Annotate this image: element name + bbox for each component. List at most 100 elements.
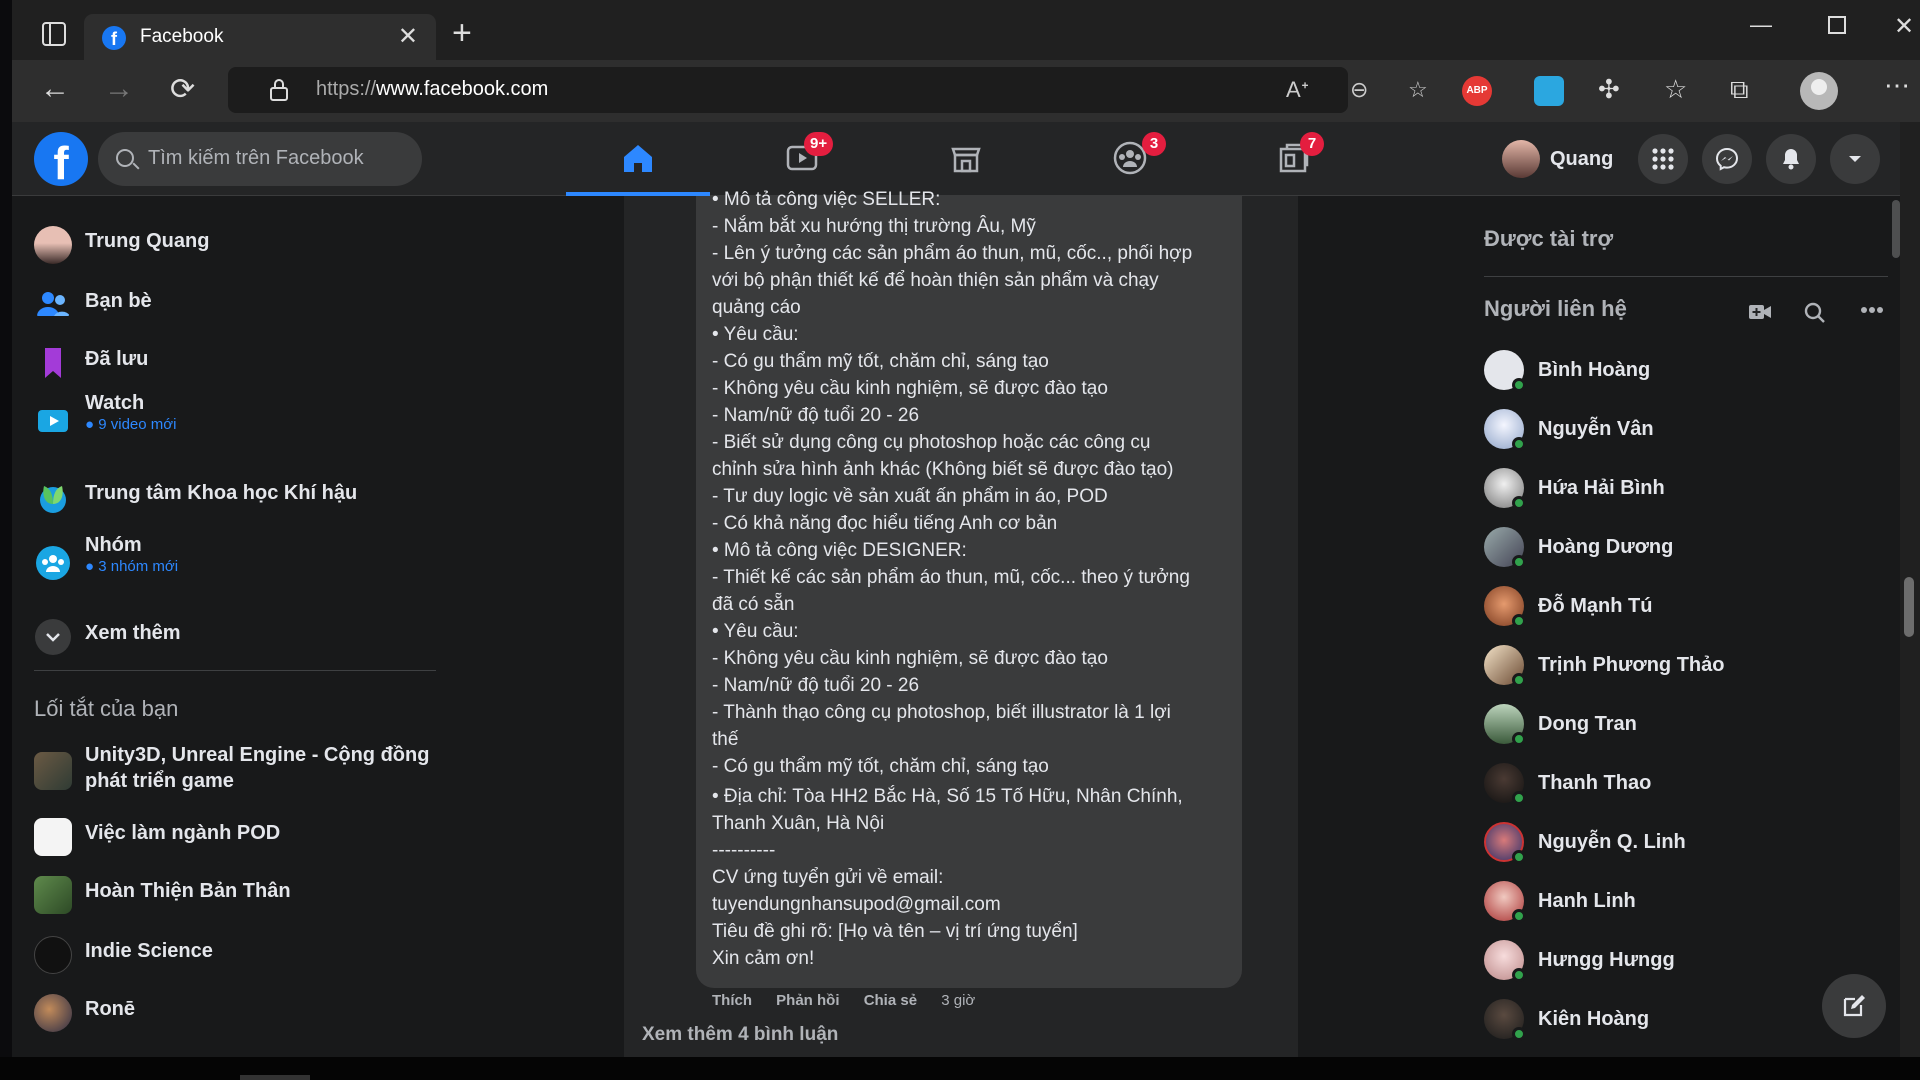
group-thumbnail <box>34 818 72 856</box>
contact-name: Kiên Hoàng <box>1538 1008 1650 1030</box>
contact-item[interactable]: Thanh Thao <box>1484 755 1884 811</box>
friends-icon <box>37 292 70 316</box>
browser-tab-bar: f Facebook ✕ + — ✕ <box>12 0 1920 60</box>
tab-watch[interactable]: 9+ <box>730 122 874 196</box>
shortcut-indie-science[interactable]: Indie Science <box>12 926 452 980</box>
contact-item[interactable]: Nguyễn Q. Linh <box>1484 814 1884 870</box>
extensions-puzzle-icon[interactable]: ✣ <box>1598 74 1620 105</box>
comment-line: - Có khả năng đọc hiểu tiếng Anh cơ bản <box>712 513 1058 534</box>
read-aloud-icon[interactable]: Aᐩ <box>1286 77 1309 103</box>
tab-gaming[interactable]: 7 <box>1222 122 1366 196</box>
shortcut-pod-jobs[interactable]: Việc làm ngành POD <box>12 808 452 862</box>
gaming-badge: 7 <box>1300 132 1324 156</box>
comment-line: - Tư duy logic về sản xuất ấn phẩm in áo… <box>712 486 1108 507</box>
facebook-logo[interactable]: f <box>34 132 88 189</box>
contact-item[interactable]: Bình Hoàng <box>1484 342 1884 398</box>
page-scrollbar[interactable] <box>1900 122 1920 1057</box>
comment-line: • Mô tả công việc SELLER: <box>712 189 941 210</box>
comment-line: quảng cáo <box>712 297 801 318</box>
search-contacts-icon[interactable] <box>1804 302 1826 324</box>
scrollbar-thumb[interactable] <box>1904 577 1914 637</box>
extension-blue-icon[interactable] <box>1534 76 1564 106</box>
browser-profile-avatar[interactable] <box>1800 72 1838 110</box>
contact-item[interactable]: Hanh Linh <box>1484 873 1884 929</box>
maximize-icon[interactable] <box>1828 16 1846 34</box>
contact-item[interactable]: Trịnh Phương Thảo <box>1484 637 1884 693</box>
comment-line: - Nam/nữ độ tuổi 20 - 26 <box>712 405 920 426</box>
favorites-icon[interactable]: ☆ <box>1664 74 1687 105</box>
sidebar-item-sublabel: ● 9 video mới <box>85 416 177 433</box>
more-options-icon[interactable] <box>1860 306 1884 314</box>
desktop-edge <box>0 1057 1920 1080</box>
tab-close-icon[interactable]: ✕ <box>398 22 418 51</box>
sidebar-item-friends[interactable]: Bạn bè <box>12 276 452 330</box>
shortcut-unity[interactable]: Unity3D, Unreal Engine - Cộng đồng phát … <box>12 744 452 806</box>
contact-item[interactable]: Đỗ Mạnh Tú <box>1484 578 1884 634</box>
avatar <box>34 226 72 264</box>
contact-item[interactable]: Nguyễn Vân <box>1484 401 1884 457</box>
reply-button[interactable]: Phản hồi <box>776 992 839 1009</box>
right-sidebar: Được tài trợ Người liên hệ Bình Hoàng Ng… <box>1470 196 1900 1058</box>
add-favorite-icon[interactable]: ☆ <box>1408 77 1428 103</box>
scrollbar-thumb[interactable] <box>1892 200 1900 258</box>
zoom-out-icon[interactable]: ⊖ <box>1350 77 1368 103</box>
shortcut-self-improvement[interactable]: Hoàn Thiện Bản Thân <box>12 866 452 920</box>
climate-center-icon <box>40 486 66 513</box>
screen: f Facebook ✕ + — ✕ ← → ⟳ https://www.fac… <box>0 0 1920 1080</box>
adblock-plus-icon[interactable]: ABP <box>1462 76 1492 106</box>
new-tab-button[interactable]: + <box>452 14 472 53</box>
comment-timestamp[interactable]: 3 giờ <box>941 992 975 1009</box>
window-close-icon[interactable]: ✕ <box>1894 12 1914 41</box>
collections-icon[interactable]: ⧉ <box>1730 74 1749 106</box>
online-indicator <box>1512 378 1526 392</box>
notifications-button[interactable] <box>1766 134 1816 184</box>
menu-button[interactable] <box>1638 134 1688 184</box>
tab-marketplace[interactable] <box>894 122 1038 196</box>
shortcut-rone[interactable]: Ronē <box>12 984 452 1038</box>
browser-tab[interactable]: f Facebook ✕ <box>84 14 436 60</box>
back-icon[interactable]: ← <box>40 72 70 106</box>
search-icon <box>116 149 134 167</box>
comment-line: chỉnh sửa hình ảnh khác (Không biết sẽ đ… <box>712 459 1174 480</box>
contact-item[interactable]: Hoàng Dương <box>1484 519 1884 575</box>
tab-actions-icon[interactable] <box>42 22 66 46</box>
contact-item[interactable]: Dong Tran <box>1484 696 1884 752</box>
like-button[interactable]: Thích <box>712 992 752 1009</box>
tab-groups[interactable]: 3 <box>1058 122 1202 196</box>
contact-item[interactable]: Hưngg Hưngg <box>1484 932 1884 988</box>
sidebar-item-watch[interactable]: Watch ● 9 video mới <box>12 392 452 446</box>
sidebar-item-label: Đã lưu <box>85 348 149 370</box>
online-indicator <box>1512 496 1526 510</box>
comment-text: • Mô tả công việc SELLER: - Nắm bắt xu h… <box>712 186 1226 780</box>
search-placeholder: Tìm kiếm trên Facebook <box>148 147 364 169</box>
address-bar[interactable]: https://www.facebook.com Aᐩ ⊖ ☆ <box>228 67 1428 113</box>
grid-menu-icon <box>1652 148 1674 170</box>
view-more-comments-link[interactable]: Xem thêm 4 bình luận <box>642 1024 838 1046</box>
sidebar-item-climate-center[interactable]: Trung tâm Khoa học Khí hậu <box>12 468 452 522</box>
contacts-scrollbar[interactable] <box>1892 196 1900 1058</box>
group-thumbnail <box>34 936 72 974</box>
chevron-down-icon <box>35 619 71 655</box>
refresh-icon[interactable]: ⟳ <box>170 72 195 107</box>
watch-badge: 9+ <box>804 132 834 156</box>
minimize-icon[interactable]: — <box>1750 12 1772 38</box>
comment-line: - Biết sử dụng công cụ photoshop hoặc cá… <box>712 432 1151 453</box>
sidebar-item-groups[interactable]: Nhóm ● 3 nhóm mới <box>12 534 452 588</box>
browser-toolbar: ← → ⟳ https://www.facebook.com Aᐩ ⊖ ☆ AB… <box>12 60 1920 122</box>
account-button[interactable] <box>1830 134 1880 184</box>
sidebar-item-profile[interactable]: Trung Quang <box>12 216 452 270</box>
contact-item[interactable]: Hứa Hải Bình <box>1484 460 1884 516</box>
new-message-button[interactable] <box>1822 974 1886 1038</box>
new-room-icon[interactable] <box>1748 302 1772 322</box>
browser-menu-icon[interactable]: ⋯ <box>1884 70 1910 101</box>
sidebar-item-label: Xem thêm <box>85 622 181 644</box>
comment-actions: Thích Phản hồi Chia sẻ 3 giờ <box>712 992 995 1009</box>
forward-icon[interactable]: → <box>104 72 134 106</box>
search-input[interactable]: Tìm kiếm trên Facebook <box>98 132 422 186</box>
lock-icon[interactable] <box>268 78 290 102</box>
messenger-button[interactable] <box>1702 134 1752 184</box>
tab-home[interactable] <box>566 122 710 196</box>
share-button[interactable]: Chia sẻ <box>864 992 917 1009</box>
sidebar-item-saved[interactable]: Đã lưu <box>12 334 452 388</box>
see-more-button[interactable]: Xem thêm <box>12 608 452 662</box>
